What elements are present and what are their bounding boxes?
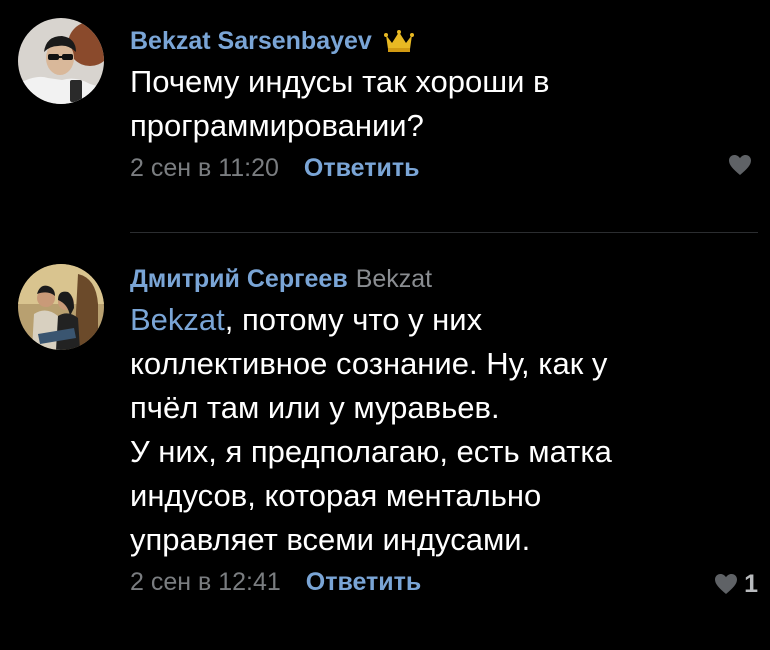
comment-date: 2 сен в 12:41 (130, 568, 281, 596)
heart-icon (729, 155, 751, 175)
crown-icon (383, 29, 414, 53)
comment-meta: 2 сен в 12:41 Ответить 1 (130, 566, 770, 598)
avatar[interactable] (18, 18, 104, 104)
like-count: 1 (744, 570, 758, 598)
author-name[interactable]: Bekzat Sarsenbayev (130, 26, 372, 56)
author-name[interactable]: Дмитрий Сергеев (130, 264, 348, 294)
like-button[interactable] (728, 154, 758, 176)
comment-text: Почему индусы так хороши в программирова… (130, 64, 550, 143)
mention-link[interactable]: Bekzat (130, 302, 225, 337)
heart-icon (715, 574, 738, 594)
comment-text: Bekzat, потому что у них коллективное со… (130, 302, 612, 557)
like-button[interactable]: 1 (714, 568, 758, 600)
reply-button[interactable]: Ответить (304, 154, 420, 182)
reply-button[interactable]: Ответить (306, 568, 422, 596)
divider (130, 232, 758, 233)
avatar[interactable] (18, 264, 104, 350)
comment-date: 2 сен в 11:20 (130, 154, 279, 182)
comment-meta: 2 сен в 11:20 Ответить (130, 152, 770, 184)
reply-to-name[interactable]: Bekzat (356, 264, 432, 294)
